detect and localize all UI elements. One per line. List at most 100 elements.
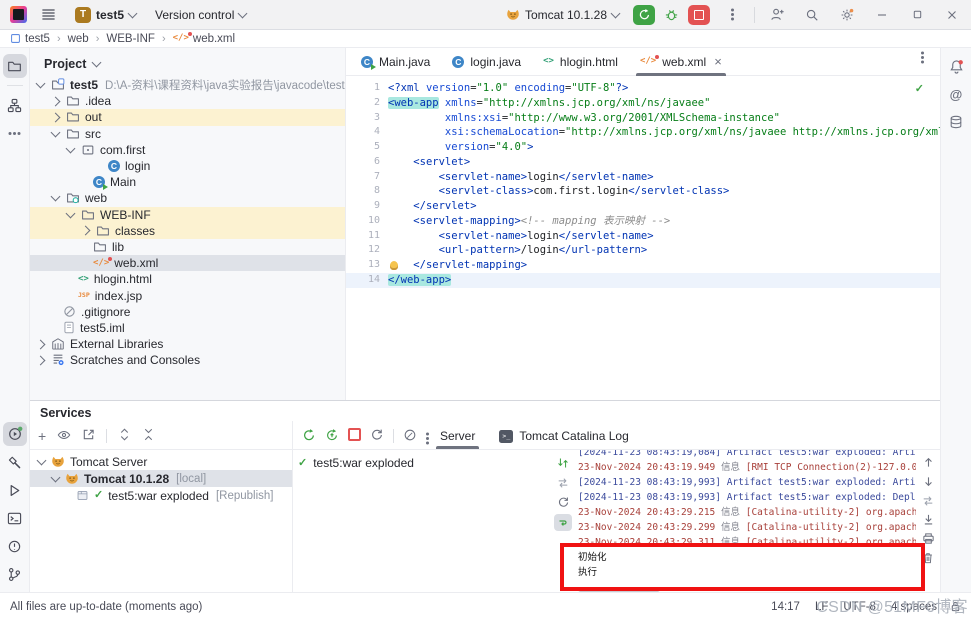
stop-button[interactable]: [688, 5, 710, 25]
breadcrumb-item-test5[interactable]: test5: [10, 33, 50, 45]
code-line-2[interactable]: 2<web-app xmlns="http://xmlns.jcp.org/xm…: [346, 96, 940, 111]
services-stop-server-icon[interactable]: [348, 428, 361, 444]
project-tree-item-External Libraries[interactable]: External Libraries: [30, 336, 345, 352]
tree-chevron-icon[interactable]: [51, 472, 61, 482]
services-show-options-icon[interactable]: [57, 428, 71, 445]
close-tab-icon[interactable]: ×: [714, 55, 722, 68]
project-tree-item-Scratches and Consoles[interactable]: Scratches and Consoles: [30, 352, 345, 368]
project-tree-item-WEB-INF[interactable]: WEB-INF: [30, 207, 345, 223]
breadcrumb-item-WEB-INF[interactable]: WEB-INF: [106, 33, 155, 45]
services-tab-Server[interactable]: Server: [428, 423, 487, 449]
services-rerun-server-icon[interactable]: [302, 428, 316, 445]
project-tree-item-login[interactable]: Clogin: [30, 158, 345, 174]
project-tree-item-test5.iml[interactable]: test5.iml: [30, 320, 345, 336]
tree-chevron-icon[interactable]: [36, 79, 46, 89]
project-widget[interactable]: T test5: [70, 4, 141, 26]
code-line-3[interactable]: 3 xmlns:xsi="http://www.w3.org/2001/XMLS…: [346, 111, 940, 126]
project-tree-item-src[interactable]: src: [30, 126, 345, 142]
main-menu-button[interactable]: [36, 4, 61, 25]
code-line-12[interactable]: 12 <url-pattern>/login</url-pattern>: [346, 243, 940, 258]
project-tree-item-lib[interactable]: lib: [30, 239, 345, 255]
project-panel-header[interactable]: Project: [30, 48, 345, 77]
services-edit-run-icon[interactable]: [403, 428, 417, 445]
project-tree-item-classes[interactable]: classes: [30, 223, 345, 239]
services-collapse-all-icon[interactable]: [142, 428, 155, 444]
project-icon[interactable]: [3, 54, 27, 78]
tab-list-button[interactable]: [921, 56, 924, 59]
project-tree-item-index.jsp[interactable]: JSPindex.jsp: [30, 287, 345, 303]
code-line-6[interactable]: 6 <servlet>: [346, 155, 940, 170]
services-tab-Tomcat Catalina Log[interactable]: >_Tomcat Catalina Log: [487, 423, 640, 449]
scroll-down-icon[interactable]: [919, 473, 937, 490]
tree-chevron-icon[interactable]: [51, 192, 61, 202]
services-tree-item-Tomcat 10.1.28[interactable]: Tomcat 10.1.28[local]: [30, 470, 292, 487]
soft-wrap-box-icon[interactable]: [554, 514, 572, 531]
editor-tab-hlogin.html[interactable]: <>hlogin.html: [532, 48, 629, 75]
more-icon[interactable]: [3, 121, 27, 145]
maximize-button[interactable]: [904, 3, 930, 27]
code-line-10[interactable]: 10 <servlet-mapping><!-- mapping 表示映射 --…: [346, 214, 940, 229]
project-tree-item-Main[interactable]: CMain: [30, 174, 345, 190]
terminal-icon[interactable]: [3, 506, 27, 530]
tree-chevron-icon[interactable]: [51, 113, 61, 123]
tree-chevron-icon[interactable]: [66, 208, 76, 218]
services-redeploy-icon[interactable]: [325, 428, 339, 445]
code-with-me-button[interactable]: [764, 3, 790, 27]
breadcrumb-item-web[interactable]: web: [68, 33, 89, 45]
intention-bulb-icon[interactable]: [390, 261, 398, 270]
tree-chevron-icon[interactable]: [36, 339, 46, 349]
notifications-icon[interactable]: [944, 54, 968, 78]
code-line-1[interactable]: 1<?xml version="1.0" encoding="UTF-8"?>: [346, 81, 940, 96]
caret-position[interactable]: 14:17: [771, 601, 800, 613]
code-line-9[interactable]: 9 </servlet>: [346, 199, 940, 214]
project-tree-item-web[interactable]: web: [30, 190, 345, 206]
database-icon[interactable]: [944, 110, 968, 134]
tree-chevron-icon[interactable]: [81, 226, 91, 236]
code-line-13[interactable]: 13 </servlet-mapping>: [346, 258, 940, 273]
structure-icon[interactable]: [3, 93, 27, 117]
services-icon[interactable]: [3, 422, 27, 446]
debug-button[interactable]: [664, 7, 679, 22]
project-tree-item-.gitignore[interactable]: .gitignore: [30, 304, 345, 320]
tree-chevron-icon[interactable]: [36, 355, 46, 365]
settings-button[interactable]: [834, 3, 860, 27]
minimize-button[interactable]: [869, 3, 895, 27]
problems-icon[interactable]: [3, 534, 27, 558]
project-tree-item-com.first[interactable]: com.first: [30, 142, 345, 158]
code-line-5[interactable]: 5 version="4.0">: [346, 140, 940, 155]
more-actions-button[interactable]: [719, 3, 745, 27]
services-open-in-new-icon[interactable]: [82, 428, 95, 444]
services-expand-all-icon[interactable]: [118, 428, 131, 444]
breadcrumb-item-web.xml[interactable]: </>web.xml: [173, 33, 235, 45]
editor-tab-login.java[interactable]: Clogin.java: [441, 48, 532, 75]
tree-chevron-icon[interactable]: [37, 455, 47, 465]
code-line-7[interactable]: 7 <servlet-name>login</servlet-name>: [346, 170, 940, 185]
code-line-11[interactable]: 11 <servlet-name>login</servlet-name>: [346, 229, 940, 244]
services-restart-icon[interactable]: [370, 428, 384, 445]
jump-arrows-icon[interactable]: [554, 454, 572, 471]
tree-chevron-icon[interactable]: [51, 127, 61, 137]
build-icon[interactable]: [3, 450, 27, 474]
services-tree-item-Tomcat Server[interactable]: Tomcat Server: [30, 453, 292, 470]
tree-chevron-icon[interactable]: [66, 143, 76, 153]
services-add-icon[interactable]: +: [38, 429, 46, 444]
project-tree-item-test5[interactable]: test5D:\A-资料\课程资料\java实验报告\javacode\test…: [30, 77, 345, 93]
run-icon[interactable]: [3, 478, 27, 502]
swap-arrows-icon[interactable]: [554, 474, 572, 491]
ai-assistant-icon[interactable]: @: [944, 82, 968, 106]
services-tree-item-test5:war exploded[interactable]: ✓test5:war exploded[Republish]: [30, 487, 292, 504]
project-tree-item-hlogin.html[interactable]: <>hlogin.html: [30, 271, 345, 287]
project-tree-item-.idea[interactable]: .idea: [30, 93, 345, 109]
close-button[interactable]: [939, 3, 965, 27]
project-tree-item-web.xml[interactable]: </>web.xml: [30, 255, 345, 271]
code-line-8[interactable]: 8 <servlet-class>com.first.login</servle…: [346, 184, 940, 199]
refresh-icon[interactable]: [554, 494, 572, 511]
deployment-status-row[interactable]: ✓ test5:war exploded: [298, 456, 414, 470]
editor-tab-Main.java[interactable]: CMain.java: [350, 48, 441, 75]
search-everywhere-button[interactable]: [799, 3, 825, 27]
run-configuration-selector[interactable]: Tomcat 10.1.28: [501, 5, 624, 25]
tree-chevron-icon[interactable]: [51, 96, 61, 106]
vcs-widget[interactable]: Version control: [150, 5, 251, 25]
swap-arrows-icon[interactable]: [919, 492, 937, 509]
scroll-end-icon[interactable]: [919, 511, 937, 528]
